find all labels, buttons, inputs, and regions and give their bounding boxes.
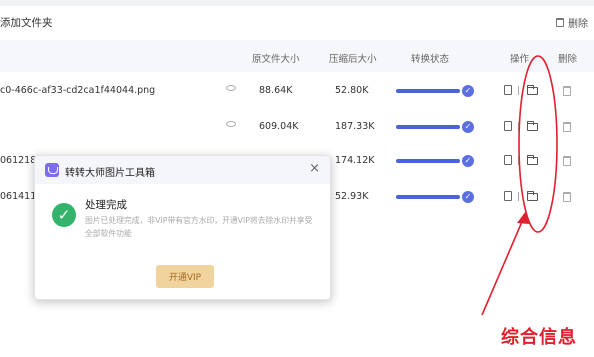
done-check-icon: ✓ [462,85,474,97]
progress-bar [396,89,460,93]
dialog-title: 转转大师图片工具箱 [65,168,155,179]
watermark-text: 综合信息 [501,327,577,348]
trash-icon [556,18,564,27]
document-icon[interactable] [504,155,512,165]
divider [518,86,519,95]
file-name: c0-466c-af33-cd2ca1f44044.png [0,85,156,96]
compressed-size: 52.93K [335,191,369,202]
header-compressed-size: 压缩后大小 [329,54,377,65]
delete-all-button[interactable]: 删除 [556,15,588,30]
header-delete: 删除 [558,54,578,65]
original-size: 88.64K [259,85,293,96]
close-icon[interactable]: × [309,161,320,176]
delete-row-icon[interactable] [563,122,571,132]
document-icon[interactable] [504,191,512,201]
annotation-arrow-line [481,216,525,316]
done-check-icon: ✓ [462,155,474,167]
dialog-description: 图片已处理完成，非VIP带有官方水印，开通VIP将去除水印并享受全部软件功能 [85,216,313,238]
header-status: 转换状态 [411,54,450,65]
add-folder-button[interactable]: 添加文件夹 [0,15,53,30]
open-folder-icon[interactable] [527,155,538,165]
table-header: 原文件大小 压缩后大小 转换状态 操作 删除 [0,40,594,72]
divider [518,156,519,165]
compressed-size: 174.12K [335,155,375,166]
open-vip-button[interactable]: 开通VIP [156,265,214,288]
progress-bar [396,125,460,129]
delete-row-icon[interactable] [563,86,571,96]
original-size: 609.04K [259,121,299,132]
app-logo-icon [45,163,59,177]
preview-eye-icon[interactable] [226,121,236,127]
compressed-size: 187.33K [335,121,375,132]
delete-row-icon[interactable] [563,156,571,166]
progress-bar [396,195,460,199]
open-folder-icon[interactable] [527,191,538,201]
delete-all-label: 删除 [568,19,588,30]
header-action: 操作 [510,54,530,65]
done-check-icon: ✓ [462,121,474,133]
progress-bar [396,159,460,163]
divider [518,122,519,131]
divider [518,192,519,201]
header-original-size: 原文件大小 [252,54,300,65]
completion-dialog: 转转大师图片工具箱 × ✓ 处理完成 图片已处理完成，非VIP带有官方水印，开通… [34,155,331,300]
preview-eye-icon[interactable] [226,85,236,91]
toolbar: 添加文件夹 删除 [0,6,594,38]
delete-row-icon[interactable] [563,192,571,202]
document-icon[interactable] [504,85,512,95]
done-check-icon: ✓ [462,191,474,203]
dialog-heading: 处理完成 [85,199,127,211]
dialog-header: 转转大师图片工具箱 × [35,156,330,184]
document-icon[interactable] [504,121,512,131]
table-row: c0-466c-af33-cd2ca1f44044.png 88.64K 52.… [0,74,594,108]
success-check-icon: ✓ [52,203,76,227]
compressed-size: 52.80K [335,85,369,96]
open-folder-icon[interactable] [527,85,538,95]
open-folder-icon[interactable] [527,121,538,131]
table-row: 609.04K 187.33K ✓ [0,110,594,144]
